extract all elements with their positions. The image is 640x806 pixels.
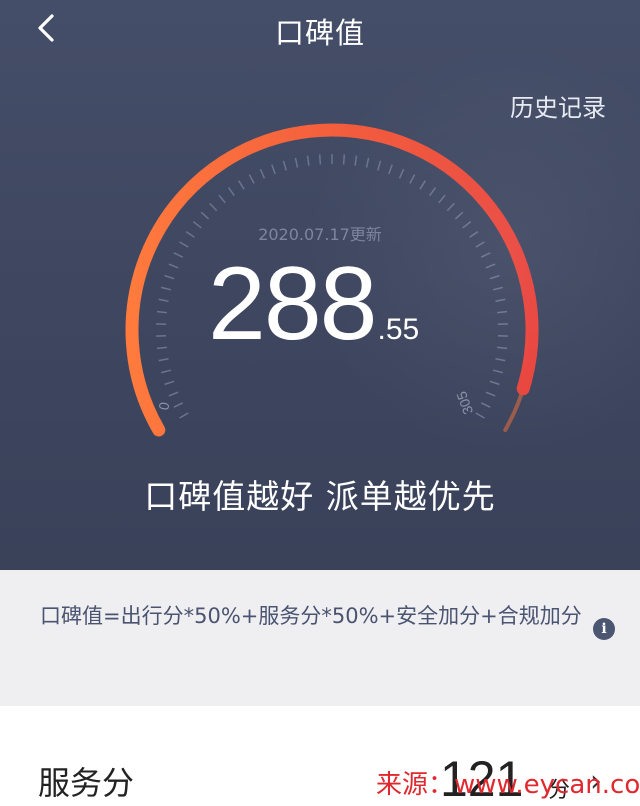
gauge-tick [238,180,245,190]
formula-panel [0,570,640,706]
gauge-tick [438,194,446,204]
gauge-tick [200,211,210,220]
top-nav-bar: 口碑值 [0,0,640,60]
gauge-tick [398,168,405,179]
gauge-tick [164,380,175,386]
gauge-tick [409,174,416,184]
gauge-tick [454,211,464,220]
history-link[interactable]: 历史记录 [510,88,606,123]
gauge-tick [428,187,437,197]
gauge-tick [179,412,189,419]
gauge-tick [158,358,169,362]
gauge-tick [168,263,179,269]
gauge-tick [480,402,491,408]
update-date: 2020.07.17更新 [258,225,382,244]
gauge-tick [342,154,346,165]
gauge-tick [365,157,370,168]
formula-text: 口碑值=出行分*50%+服务分*50%+安全加分+合规加分 [40,604,582,628]
score-value: 288.55 [208,252,419,356]
score-decimal: .55 [377,313,420,346]
gauge-tick [271,164,276,175]
gauge-tick [156,346,167,350]
gauge-tick [480,252,491,258]
gauge-tick [161,286,172,291]
page-title: 口碑值 [274,16,365,50]
gauge-tick [173,252,184,258]
gauge-tick [306,155,310,166]
gauge-tick [294,157,299,168]
gauge-tick [318,154,322,165]
gauge-tick [158,298,169,302]
watermark: 来源：www.eycan.com [376,770,640,800]
gauge-tick [377,160,382,171]
gauge-tick [485,263,496,269]
gauge-tick [489,380,500,386]
gauge-tick [489,274,500,280]
gauge-tick [388,164,393,175]
gauge-tick [218,194,226,204]
gauge-tick [164,274,175,280]
gauge-tick [446,202,455,212]
gauge-tick [497,310,508,314]
gauge-tick [475,412,485,419]
gauge-tick [227,187,236,197]
gauge-tick [259,168,266,179]
gauge-tick [495,298,506,302]
gauge-tick [497,346,508,350]
gauge-tick [485,391,496,397]
gauge-tick [492,286,503,291]
gauge-tick [492,369,503,374]
service-score-label: 服务分 [38,764,135,802]
gauge-tick [419,180,426,190]
info-icon[interactable]: i [593,618,615,640]
gauge-tick [209,202,218,212]
gauge-tick [282,160,287,171]
gauge-tick [354,155,358,166]
gauge-tick [495,358,506,362]
gauge-tick [161,369,172,374]
gauge-tick [168,391,179,397]
gauge-tick [248,174,255,184]
gauge-tick [173,402,184,408]
slogan: 口碑值越好 派单越优先 [144,477,496,516]
score-integer: 288 [208,246,378,362]
gauge-tick [156,310,167,314]
